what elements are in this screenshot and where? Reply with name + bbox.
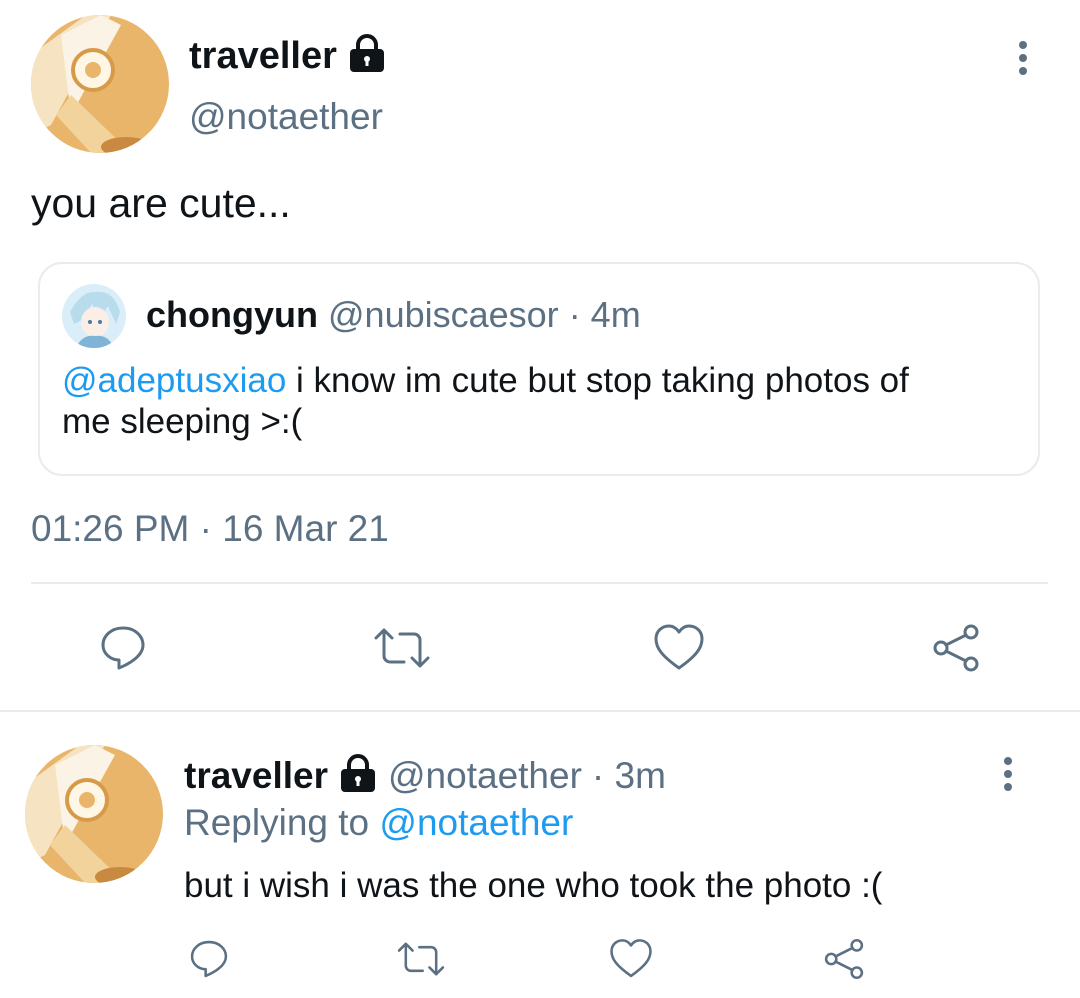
- tweet-text: you are cute...: [31, 180, 291, 226]
- share-icon[interactable]: [928, 620, 984, 676]
- replying-to-label: Replying to: [184, 802, 370, 843]
- quoted-time: · 4m: [568, 294, 641, 335]
- reply-more-options-icon[interactable]: [1004, 752, 1012, 796]
- author-handle[interactable]: @notaether: [189, 96, 383, 138]
- reply-handle[interactable]: @notaether: [388, 755, 582, 797]
- quoted-mention[interactable]: @adeptusxiao: [62, 361, 286, 400]
- tweet-timestamp: 01:26 PM · 16 Mar 21: [31, 508, 389, 549]
- author-avatar[interactable]: [31, 15, 169, 153]
- quoted-handle: @nubiscaesor: [328, 294, 559, 335]
- more-options-icon[interactable]: [1019, 36, 1027, 80]
- author-display-name[interactable]: traveller: [189, 35, 337, 78]
- quoted-text-line2: me sleeping >:(: [62, 402, 303, 441]
- replying-to-handle[interactable]: @notaether: [379, 802, 573, 843]
- divider: [31, 582, 1048, 584]
- quoted-tweet-card[interactable]: chongyun @nubiscaesor · 4m @adeptusxiao …: [38, 262, 1040, 476]
- retweet-icon[interactable]: [370, 620, 434, 676]
- reply-share-icon[interactable]: [820, 935, 868, 983]
- reply-display-name[interactable]: traveller: [184, 755, 328, 797]
- lock-icon: [338, 753, 378, 799]
- reply-reply-icon[interactable]: [185, 935, 233, 983]
- reply-time: · 3m: [591, 755, 666, 796]
- section-divider: [0, 710, 1080, 712]
- reply-text: but i wish i was the one who took the ph…: [184, 866, 883, 905]
- reply-icon[interactable]: [95, 620, 151, 676]
- quoted-avatar: [62, 284, 126, 348]
- quoted-text: @adeptusxiao i know im cute but stop tak…: [62, 360, 1022, 442]
- like-icon[interactable]: [651, 620, 707, 676]
- quoted-display-name: chongyun: [146, 294, 318, 335]
- reply-retweet-icon[interactable]: [393, 935, 449, 983]
- reply-author-avatar[interactable]: [25, 745, 163, 883]
- lock-icon: [347, 33, 387, 79]
- quoted-text-line1: i know im cute but stop taking photos of: [286, 361, 909, 400]
- reply-like-icon[interactable]: [607, 935, 655, 983]
